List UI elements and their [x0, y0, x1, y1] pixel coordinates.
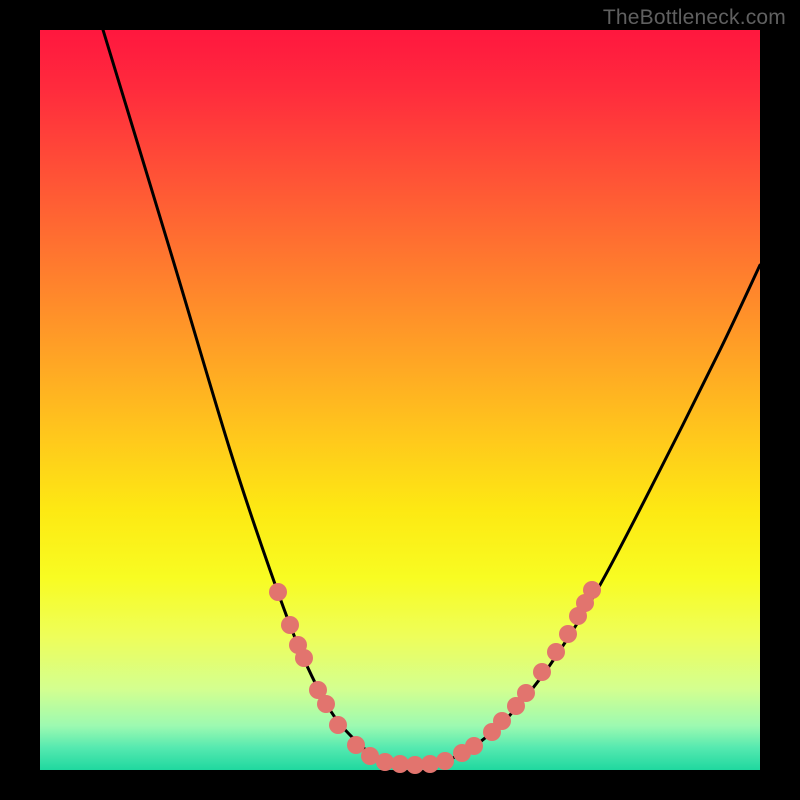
- chart-svg: [40, 30, 760, 770]
- data-point: [547, 643, 565, 661]
- data-point: [465, 737, 483, 755]
- right-curve: [415, 265, 760, 765]
- data-point: [269, 583, 287, 601]
- data-point: [281, 616, 299, 634]
- data-point: [436, 752, 454, 770]
- chart-gradient-area: [40, 30, 760, 770]
- curve-layer: [100, 20, 760, 765]
- data-point: [583, 581, 601, 599]
- data-point: [533, 663, 551, 681]
- dot-layer: [269, 581, 601, 774]
- data-point: [493, 712, 511, 730]
- data-point: [517, 684, 535, 702]
- data-point: [347, 736, 365, 754]
- data-point: [295, 649, 313, 667]
- data-point: [329, 716, 347, 734]
- data-point: [421, 755, 439, 773]
- watermark-text: TheBottleneck.com: [603, 6, 786, 30]
- left-curve: [100, 20, 415, 765]
- data-point: [317, 695, 335, 713]
- data-point: [559, 625, 577, 643]
